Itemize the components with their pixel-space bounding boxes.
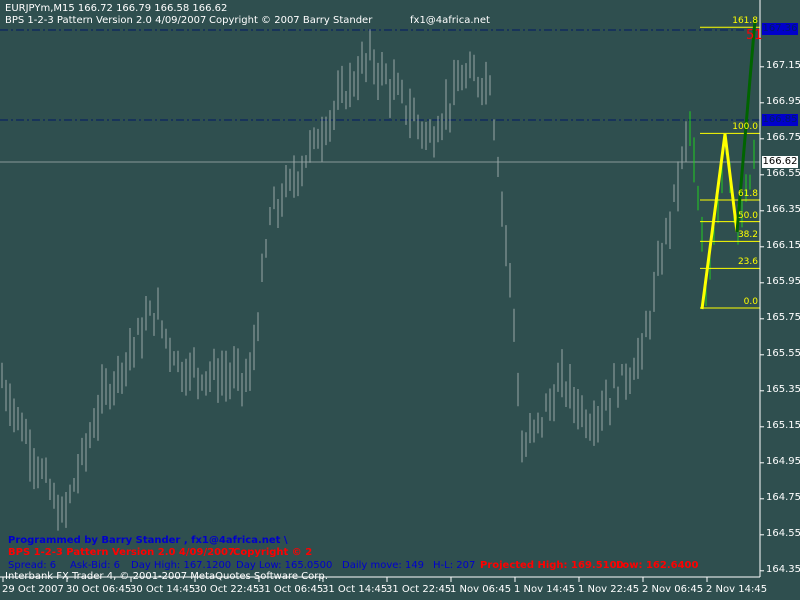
day-low: Day Low: 165.0500: [236, 560, 333, 571]
price-axis-label: 164.35: [766, 563, 800, 575]
projection-label: 51: [746, 28, 763, 43]
footer-text: Interbank FX Trader 4, © 2001-2007 MetaQ…: [5, 571, 328, 582]
price-axis-label: 166.55: [766, 167, 800, 179]
time-axis-label: 29 Oct 2007: [2, 584, 64, 595]
time-axis-label: 30 Oct 06:45: [66, 584, 132, 595]
price-axis-label: 164.75: [766, 491, 800, 503]
copyright-red: Copyright © 2: [233, 547, 313, 558]
price-axis-label: 167.15: [766, 59, 800, 71]
projected-low: Low: 162.6400: [616, 560, 699, 571]
symbol-line: EURJPYm,M15 166.72 166.79 166.58 166.62: [5, 3, 228, 14]
copyright: Copyright © 2007 Barry Stander: [209, 15, 373, 26]
daily-move: Daily move: 149: [342, 560, 425, 571]
email: fx1@4africa.net: [410, 15, 490, 26]
time-axis-label: 30 Oct 14:45: [130, 584, 196, 595]
price-axis-label: 166.95: [766, 95, 800, 107]
ask-bid: Ask-Bid: 6: [70, 560, 120, 571]
fib-level-label: 61.8: [737, 189, 758, 199]
indicator-name: BPS 1-2-3 Pattern Version 2.0 4/09/2007: [5, 15, 207, 26]
price-axis-label: 164.55: [766, 527, 800, 539]
fib-level-label: 38.2: [737, 230, 758, 241]
price-axis-label: 165.15: [766, 419, 800, 431]
time-axis-label: 2 Nov 06:45: [642, 584, 704, 595]
time-axis-label: 30 Oct 22:45: [194, 584, 260, 595]
fib-level-label: 0.0: [743, 297, 758, 307]
fib-level-label: 100.0: [732, 122, 758, 133]
price-axis-label: 166.15: [766, 239, 800, 251]
time-axis-label: 31 Oct 14:45: [322, 584, 388, 595]
version-text: BPS 1-2-3 Pattern Version 2.0 4/09/2007: [8, 547, 235, 558]
price-axis-label: 165.75: [766, 311, 800, 323]
fib-level-label: 50.0: [737, 210, 758, 221]
price-marker-mid: 166.85: [762, 114, 798, 126]
time-axis-label: 1 Nov 14:45: [514, 584, 576, 595]
time-axis-label: 2 Nov 14:45: [706, 584, 768, 595]
price-axis-label: 164.95: [766, 455, 800, 467]
spread: Spread: 6: [8, 560, 57, 571]
time-axis-label: 31 Oct 22:45: [386, 584, 452, 595]
price-axis-label: 165.55: [766, 347, 800, 359]
high-low-range: H-L: 207: [433, 560, 476, 571]
price-chart[interactable]: [0, 0, 800, 600]
projected-high: Projected High: 169.5100: [480, 560, 624, 571]
fib-level-label: 23.6: [737, 257, 758, 268]
price-axis-label: 165.35: [766, 383, 800, 395]
price-axis-label: 166.75: [766, 131, 800, 143]
current-price-marker: 166.62: [762, 156, 798, 168]
price-axis-label: 166.35: [766, 203, 800, 215]
price-axis-label: 165.95: [766, 275, 800, 287]
time-axis-label: 1 Nov 22:45: [578, 584, 640, 595]
fib-level-label: 161.8: [732, 16, 758, 27]
programmed-by: Programmed by Barry Stander , fx1@4afric…: [8, 535, 288, 546]
day-high: Day High: 167.1200: [131, 560, 232, 571]
time-axis-label: 31 Oct 06:45: [258, 584, 324, 595]
price-marker-upper: 167.36: [762, 23, 798, 35]
time-axis-label: 1 Nov 06:45: [450, 584, 512, 595]
